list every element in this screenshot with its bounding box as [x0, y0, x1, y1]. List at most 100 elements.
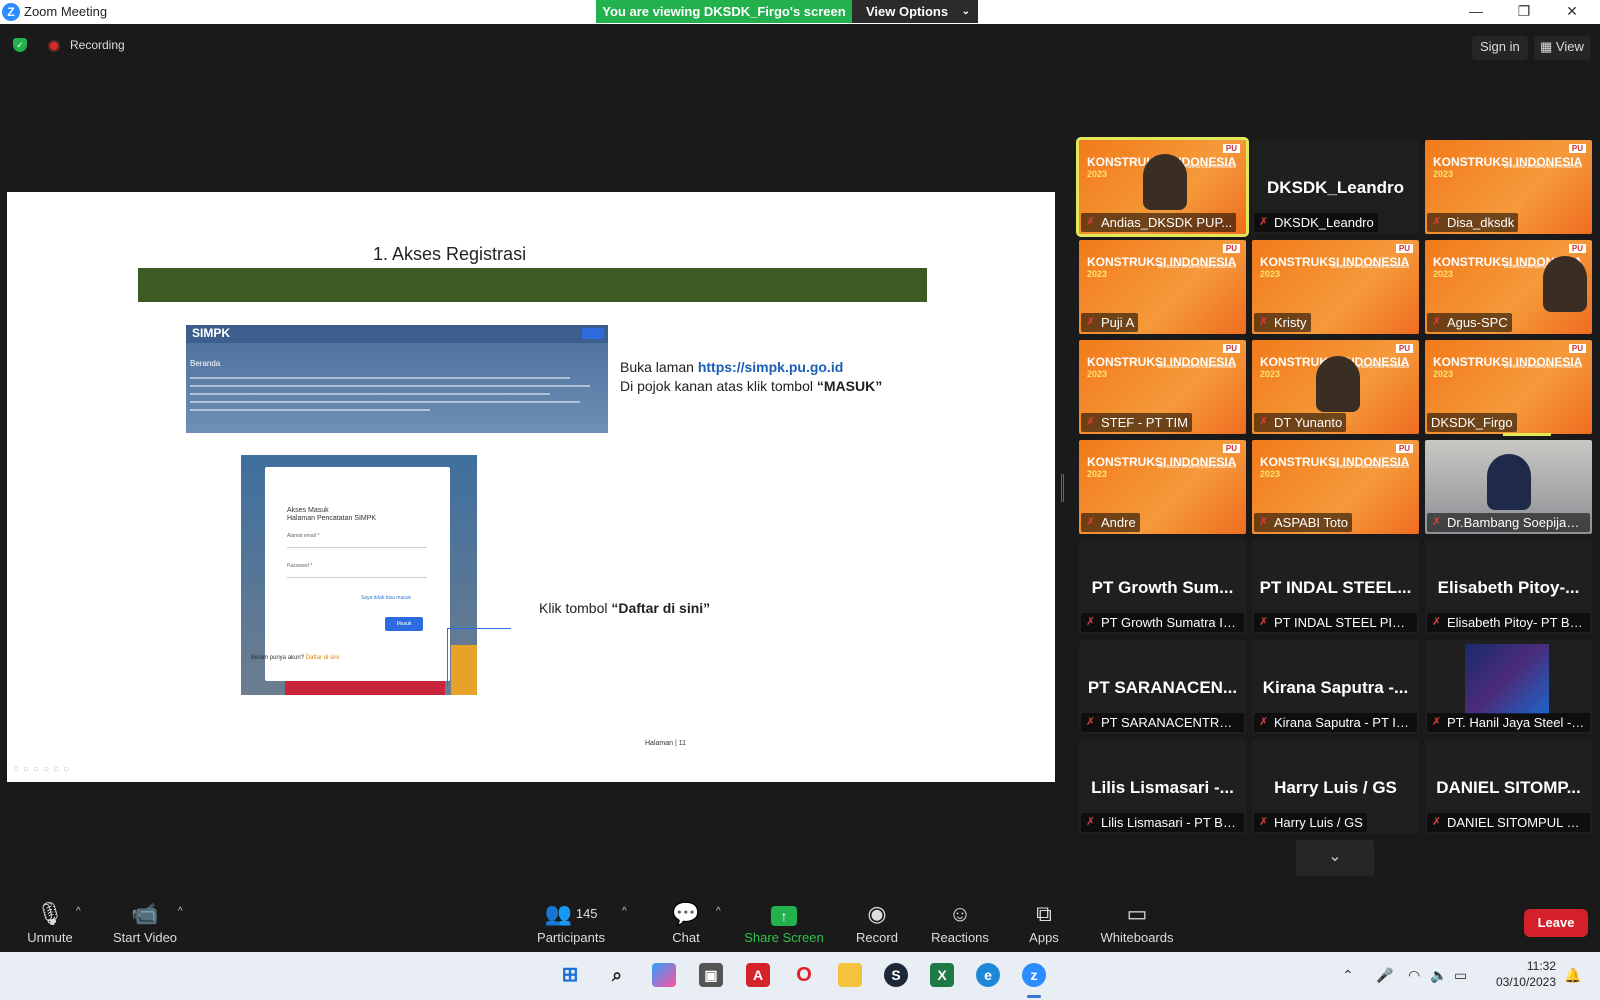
view-options-label: View Options — [866, 4, 949, 19]
wifi-icon[interactable]: ◠ — [1408, 967, 1420, 984]
register-line: Belum punya akun? Daftar di sini — [251, 655, 339, 661]
participant-tile[interactable]: KONSTRUKSI INDONESIA 2023 PU Direktorat Jen… — [1079, 340, 1246, 434]
participant-tile[interactable]: KONSTRUKSI INDONESIA 2023 PU Direktorat Jen… — [1425, 240, 1592, 334]
participants-options-caret[interactable]: ^ — [622, 906, 627, 917]
opera-icon[interactable]: O — [792, 963, 816, 987]
instruction-text: Buka laman — [620, 359, 698, 375]
view-button[interactable]: ▦ View — [1534, 36, 1590, 60]
banner-subtitle: Direktorat Jenderal Bina Konstruksi — [1157, 264, 1236, 270]
password-label: Password * — [287, 563, 313, 569]
participant-display-name: Elisabeth Pitoy-... — [1437, 578, 1580, 597]
slide-annotation-tools[interactable]: ○○○○○○ — [13, 764, 73, 775]
slide-instruction-1: Buka laman https://simpk.pu.go.id Di poj… — [620, 358, 882, 396]
battery-icon[interactable]: ▭ — [1454, 967, 1467, 984]
site-text-line — [190, 393, 550, 395]
participant-tile[interactable]: DKSDK_Leandro ✗ DKSDK_Leandro — [1252, 140, 1419, 234]
participant-name-label: DKSDK_Firgo — [1427, 413, 1517, 432]
mic-muted-icon: ✗ — [1086, 216, 1096, 228]
participant-tile[interactable]: KONSTRUKSI INDONESIA 2023 PU Direktorat Jen… — [1079, 240, 1246, 334]
copilot-icon[interactable] — [652, 963, 676, 987]
participant-tile[interactable]: KONSTRUKSI INDONESIA 2023 PU Direktorat Jen… — [1076, 137, 1249, 237]
mic-muted-icon: ✗ — [1086, 716, 1096, 728]
leave-button[interactable]: Leave — [1524, 909, 1588, 937]
view-options-button[interactable]: View Options ⌄ — [852, 0, 978, 23]
participant-tile[interactable]: PT Growth Sum... ✗ PT Growth Sumatra In... — [1079, 540, 1246, 634]
file-explorer-icon[interactable] — [838, 963, 862, 987]
participant-tile[interactable]: KONSTRUKSI INDONESIA 2023 PU Direktorat Jen… — [1425, 140, 1592, 234]
participant-tile[interactable]: PT INDAL STEEL... ✗ PT INDAL STEEL PIPE - … — [1252, 540, 1419, 634]
split-view-handle[interactable] — [1061, 474, 1064, 502]
participant-figure — [1487, 454, 1531, 510]
sign-in-button[interactable]: Sign in — [1472, 36, 1528, 60]
banner-subtitle: Direktorat Jenderal Bina Konstruksi — [1157, 364, 1236, 370]
participant-tile[interactable]: Harry Luis / GS ✗ Harry Luis / GS — [1252, 740, 1419, 834]
participant-tile[interactable]: DANIEL SITOMP... ✗ DANIEL SITOMPUL PT ... — [1425, 740, 1592, 834]
participants-button[interactable]: 👥 145 Participants — [521, 900, 621, 945]
password-field — [287, 577, 427, 578]
site-masuk-button — [582, 328, 604, 339]
shared-screen[interactable]: 1. Akses Registrasi SIMPK Beranda Buka l… — [7, 192, 1055, 782]
participant-tile[interactable]: PT SARANACEN... ✗ PT SARANACENTRAL ... — [1079, 640, 1246, 734]
edge-icon[interactable]: e — [976, 963, 1000, 987]
masuk-button: Masuk — [385, 617, 423, 631]
gallery-next-page-button[interactable]: ⌄ — [1296, 840, 1374, 876]
participant-name: Andre — [1101, 515, 1136, 530]
mic-muted-icon: ✗ — [1432, 716, 1442, 728]
taskbar-clock[interactable]: 11:32 03/10/2023 — [1488, 958, 1556, 990]
unmute-button[interactable]: 🎙 Unmute — [0, 900, 100, 945]
tray-overflow-icon[interactable]: ⌃ — [1342, 967, 1354, 984]
mic-muted-icon: ✗ — [1432, 516, 1442, 528]
volume-icon[interactable]: 🔈 — [1430, 967, 1447, 984]
participant-tile[interactable]: ✗ Dr.Bambang Soepijant... — [1425, 440, 1592, 534]
site-text-line — [190, 409, 430, 411]
close-button[interactable]: ✕ — [1548, 0, 1596, 24]
participant-tile[interactable]: KONSTRUKSI INDONESIA 2023 PU Direktorat Jen… — [1425, 340, 1592, 434]
steam-icon[interactable]: S — [884, 963, 908, 987]
encryption-shield-icon[interactable]: ✓ — [13, 38, 27, 52]
zoom-taskbar-icon[interactable]: z — [1022, 963, 1046, 987]
participant-tile[interactable]: Elisabeth Pitoy-... ✗ Elisabeth Pitoy- PT … — [1425, 540, 1592, 634]
clock-date: 03/10/2023 — [1495, 975, 1556, 989]
search-icon[interactable]: ⌕ — [605, 963, 629, 987]
email-field — [287, 547, 427, 548]
mic-muted-icon: ✗ — [1259, 316, 1269, 328]
minimize-button[interactable]: — — [1452, 0, 1500, 24]
slide-heading: 1. Akses Registrasi — [373, 244, 527, 264]
participant-name-label: ✗ PT Growth Sumatra In... — [1081, 613, 1244, 632]
participant-name-label: ✗ Lilis Lismasari - PT BEV... — [1081, 813, 1244, 832]
instruction-text: Di pojok kanan atas klik tombol — [620, 378, 817, 394]
chat-options-caret[interactable]: ^ — [716, 906, 721, 917]
participant-name-label: ✗ Kirana Saputra - PT Ind... — [1254, 713, 1417, 732]
adobe-icon[interactable]: A — [746, 963, 770, 987]
whiteboards-button[interactable]: ▭ Whiteboards — [1087, 900, 1187, 945]
excel-icon[interactable]: X — [930, 963, 954, 987]
simpk-url: https://simpk.pu.go.id — [697, 359, 844, 375]
notification-bell-icon[interactable]: 🔔 — [1564, 967, 1581, 984]
participant-tile[interactable]: ✗ PT. Hanil Jaya Steel - S... — [1425, 640, 1592, 734]
share-screen-button[interactable]: ↑ Share Screen — [734, 900, 834, 945]
participant-name-label: ✗ Kristy — [1254, 313, 1311, 332]
participant-name: Elisabeth Pitoy- PT Bak... — [1447, 615, 1590, 630]
participant-tile[interactable]: KONSTRUKSI INDONESIA 2023 PU Direktorat Jen… — [1079, 440, 1246, 534]
participant-tile[interactable]: Kirana Saputra -... ✗ Kirana Saputra - PT … — [1252, 640, 1419, 734]
login-title-line: Halaman Pencatatan SIMPK — [287, 515, 377, 522]
mic-muted-icon: ✗ — [1259, 416, 1269, 428]
restore-button[interactable]: ❐ — [1500, 0, 1548, 24]
mic-muted-icon: ✗ — [1432, 216, 1442, 228]
participant-tile[interactable]: Lilis Lismasari -... ✗ Lilis Lismasari - P… — [1079, 740, 1246, 834]
participant-tile[interactable]: KONSTRUKSI INDONESIA 2023 PU Direktorat Jen… — [1252, 240, 1419, 334]
participant-name: PT. Hanil Jaya Steel - S... — [1447, 715, 1590, 730]
windows-start-icon[interactable]: ⊞ — [558, 963, 582, 987]
participant-name: Andias_DKSDK PUP... — [1101, 215, 1233, 230]
chat-button[interactable]: 💬 Chat — [636, 900, 736, 945]
video-options-caret[interactable]: ^ — [178, 906, 183, 917]
task-view-icon[interactable]: ▣ — [699, 963, 723, 987]
audio-options-caret[interactable]: ^ — [76, 906, 81, 917]
slide-title-bar — [138, 268, 927, 302]
participant-tile[interactable]: KONSTRUKSI INDONESIA 2023 PU Direktorat Jen… — [1252, 440, 1419, 534]
microphone-icon[interactable]: 🎤 — [1376, 967, 1393, 984]
participant-tile[interactable]: KONSTRUKSI INDONESIA 2023 PU Direktorat Jen… — [1252, 340, 1419, 434]
recording-label[interactable]: Recording — [70, 38, 125, 52]
banner-subtitle: Direktorat Jenderal Bina Konstruksi — [1503, 364, 1582, 370]
apps-button[interactable]: ⧉ Apps — [994, 900, 1094, 945]
